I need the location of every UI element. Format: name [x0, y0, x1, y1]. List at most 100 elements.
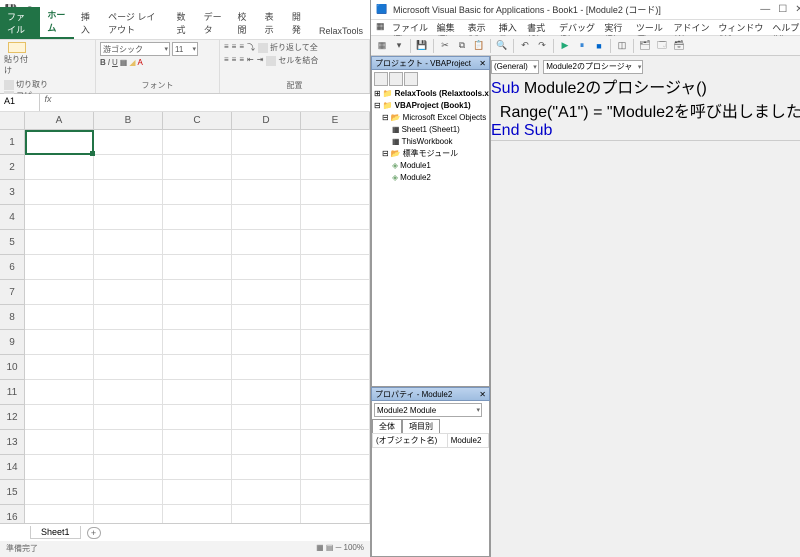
tab-insert[interactable]: 挿入: [74, 7, 101, 39]
cell[interactable]: [301, 155, 370, 180]
border-button[interactable]: ▦: [120, 58, 128, 67]
tab-home[interactable]: ホーム: [40, 5, 74, 39]
tab-review[interactable]: 校閲: [230, 7, 257, 39]
run-icon[interactable]: ▶: [557, 38, 573, 54]
cell[interactable]: [232, 480, 301, 505]
cell[interactable]: [301, 130, 370, 155]
cell[interactable]: [25, 155, 94, 180]
orientation-icon[interactable]: ⤵: [247, 42, 255, 53]
cell[interactable]: [163, 455, 232, 480]
toggle-folders-icon[interactable]: [404, 72, 418, 86]
cell[interactable]: [25, 380, 94, 405]
row-header[interactable]: 15: [0, 480, 25, 505]
cell[interactable]: [94, 455, 163, 480]
col-header[interactable]: C: [163, 112, 232, 130]
align-bot-icon[interactable]: ≡: [239, 42, 244, 53]
cell[interactable]: [25, 455, 94, 480]
break-icon[interactable]: ⏸: [574, 38, 590, 54]
select-all-corner[interactable]: [0, 112, 25, 130]
menu-item[interactable]: デバッグ(D): [556, 20, 599, 35]
tab-pagelayout[interactable]: ページ レイアウト: [101, 7, 169, 39]
excel-icon[interactable]: ▦: [373, 20, 387, 35]
copy-icon[interactable]: ⧉: [454, 38, 470, 54]
cut-button[interactable]: 切り取り: [4, 79, 98, 90]
object-dropdown[interactable]: (General): [491, 60, 539, 74]
merge-button[interactable]: セルを結合: [266, 55, 318, 66]
cell[interactable]: [94, 430, 163, 455]
cell[interactable]: [25, 255, 94, 280]
project-explorer[interactable]: ⊞📁RelaxTools (Relaxtools.xlam) ⊟📁VBAProj…: [371, 70, 490, 387]
cell[interactable]: [301, 280, 370, 305]
row-header[interactable]: 2: [0, 155, 25, 180]
cell[interactable]: [232, 330, 301, 355]
menu-item[interactable]: 編集(E): [434, 20, 463, 35]
maximize-button[interactable]: ☐: [778, 4, 787, 15]
row-header[interactable]: 5: [0, 230, 25, 255]
props-tab-all[interactable]: 全体: [372, 419, 402, 433]
row-header[interactable]: 6: [0, 255, 25, 280]
row-header[interactable]: 12: [0, 405, 25, 430]
row-header[interactable]: 7: [0, 280, 25, 305]
cells-area[interactable]: [25, 130, 370, 523]
wrap-button[interactable]: 折り返して全: [258, 42, 318, 53]
cell[interactable]: [94, 180, 163, 205]
tab-data[interactable]: データ: [197, 7, 231, 39]
fillcolor-button[interactable]: ◢: [129, 58, 135, 67]
align-center-icon[interactable]: ≡: [232, 55, 237, 66]
view-controls[interactable]: ▦ ▤ ─ 100%: [316, 543, 364, 555]
cell[interactable]: [94, 230, 163, 255]
cell[interactable]: [301, 455, 370, 480]
cell[interactable]: [301, 305, 370, 330]
bold-button[interactable]: B: [100, 58, 106, 67]
cell[interactable]: [301, 355, 370, 380]
row-header[interactable]: 3: [0, 180, 25, 205]
cell[interactable]: [94, 130, 163, 155]
menu-item[interactable]: 挿入(I): [496, 20, 522, 35]
reset-icon[interactable]: ■: [591, 38, 607, 54]
insert-module-icon[interactable]: ▾: [391, 38, 407, 54]
cell[interactable]: [163, 130, 232, 155]
cell[interactable]: [94, 255, 163, 280]
tree-vbaproject[interactable]: VBAProject (Book1): [395, 100, 471, 112]
cell[interactable]: [163, 330, 232, 355]
cell[interactable]: [163, 205, 232, 230]
cell[interactable]: [163, 480, 232, 505]
tree-module1[interactable]: Module1: [400, 160, 431, 172]
cell[interactable]: [232, 205, 301, 230]
cell[interactable]: [25, 330, 94, 355]
cell[interactable]: [232, 355, 301, 380]
cell[interactable]: [94, 280, 163, 305]
minimize-button[interactable]: —: [760, 4, 770, 15]
cell[interactable]: [301, 230, 370, 255]
menu-item[interactable]: アドイン(A): [670, 20, 713, 35]
tree-std-modules[interactable]: 標準モジュール: [403, 148, 458, 160]
row-header[interactable]: 8: [0, 305, 25, 330]
cell[interactable]: [301, 480, 370, 505]
cell[interactable]: [94, 330, 163, 355]
cell[interactable]: [94, 205, 163, 230]
menu-item[interactable]: ヘルプ(H): [769, 20, 800, 35]
cell[interactable]: [163, 255, 232, 280]
font-name-combo[interactable]: 游ゴシック: [100, 42, 170, 56]
cell[interactable]: [232, 430, 301, 455]
add-sheet-button[interactable]: +: [87, 527, 101, 539]
cut-icon[interactable]: ✂: [437, 38, 453, 54]
cell[interactable]: [232, 455, 301, 480]
find-icon[interactable]: 🔍: [494, 38, 510, 54]
cell[interactable]: [25, 480, 94, 505]
cell[interactable]: [232, 155, 301, 180]
cell[interactable]: [94, 505, 163, 523]
font-size-combo[interactable]: 11: [172, 42, 198, 56]
cell[interactable]: [25, 180, 94, 205]
cell[interactable]: [232, 255, 301, 280]
cell[interactable]: [301, 255, 370, 280]
cell[interactable]: [232, 505, 301, 523]
close-button[interactable]: ✕: [795, 4, 800, 15]
cell[interactable]: [163, 305, 232, 330]
underline-button[interactable]: U: [112, 58, 118, 67]
col-header[interactable]: B: [94, 112, 163, 130]
cell[interactable]: [25, 405, 94, 430]
close-icon[interactable]: ✕: [479, 59, 486, 68]
cell[interactable]: [94, 355, 163, 380]
cell[interactable]: [163, 280, 232, 305]
